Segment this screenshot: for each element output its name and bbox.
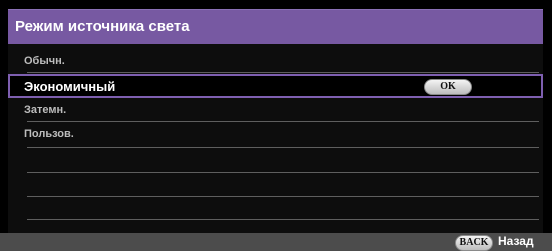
option-normal[interactable]: Обычн. (24, 55, 65, 67)
option-custom[interactable]: Пользов. (24, 128, 74, 140)
divider (27, 172, 539, 173)
divider (27, 219, 539, 220)
divider (27, 72, 539, 73)
divider (27, 196, 539, 197)
back-key-icon[interactable]: BACK (455, 235, 493, 251)
osd-menu: Режим источника света Обычн. Экономичный… (0, 0, 552, 251)
ok-key-icon[interactable]: OK (424, 79, 472, 95)
back-label: Назад (498, 234, 534, 248)
footer-bar: BACK Назад (0, 233, 552, 251)
menu-title: Режим источника света (15, 18, 190, 35)
divider (27, 147, 539, 148)
divider (27, 121, 539, 122)
title-bar: Режим источника света (8, 9, 543, 45)
option-economic-label: Экономичный (24, 79, 116, 94)
option-dimmed[interactable]: Затемн. (24, 104, 66, 116)
option-economic-selected[interactable]: Экономичный OK (8, 74, 543, 98)
